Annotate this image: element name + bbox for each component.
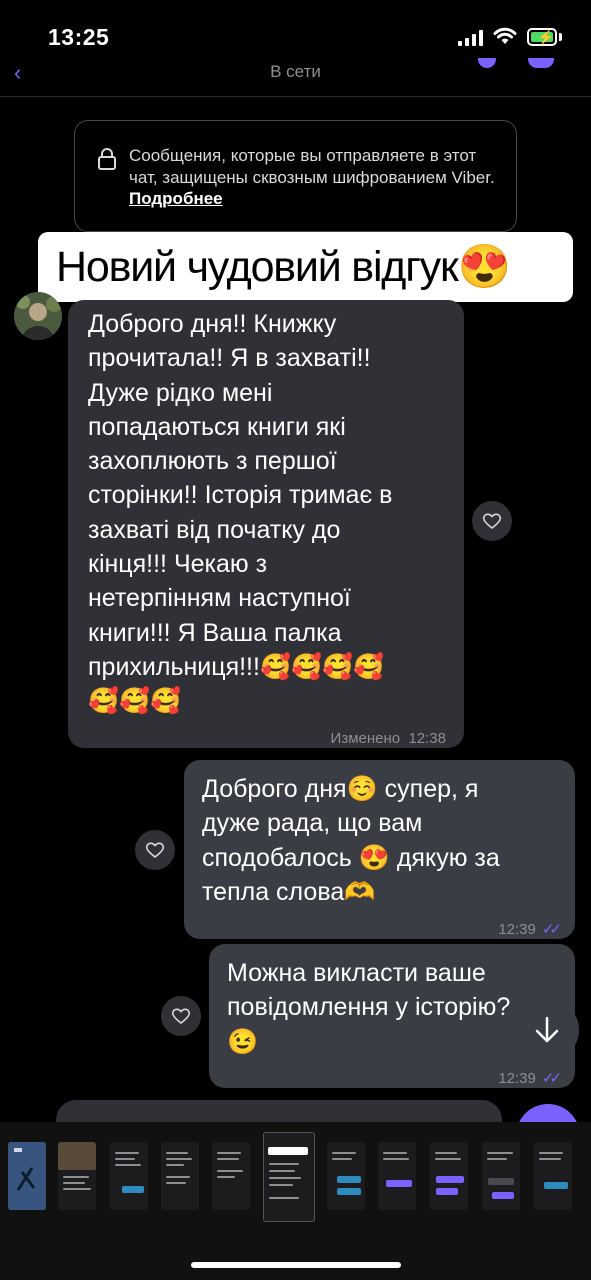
arrow-down-icon	[535, 1016, 559, 1043]
thumbnail[interactable]	[327, 1142, 365, 1210]
e2e-notice: Сообщения, которые вы отправляете в этот…	[74, 120, 517, 232]
thumbnail[interactable]	[482, 1142, 520, 1210]
heart-icon	[171, 1008, 191, 1025]
thumbnail[interactable]	[378, 1142, 416, 1210]
message-time: 12:38	[408, 730, 446, 747]
message-text: Доброго дня!! Книжку прочитала!! Я в зах…	[88, 310, 393, 716]
signal-icon	[458, 30, 484, 46]
avatar[interactable]	[14, 292, 62, 340]
presence-status: В сети	[270, 62, 321, 81]
battery-icon: ⚡	[527, 28, 557, 46]
thumbnail[interactable]	[430, 1142, 468, 1210]
like-button[interactable]	[161, 996, 201, 1036]
scroll-down-button[interactable]	[515, 998, 579, 1062]
thumbnail-selected[interactable]	[263, 1132, 315, 1222]
composer	[0, 1090, 591, 1168]
like-button[interactable]	[472, 501, 512, 541]
like-button[interactable]	[135, 830, 175, 870]
battery-cap	[559, 33, 562, 41]
thumbnail[interactable]	[110, 1142, 148, 1210]
thumbnail-strip	[0, 1122, 591, 1280]
message-meta: 12:39 ✓✓	[498, 913, 562, 947]
lock-icon	[98, 148, 116, 170]
thumbnail[interactable]	[8, 1142, 46, 1210]
heart-icon	[145, 842, 165, 859]
avatar-photo-icon	[14, 292, 62, 340]
incoming-message[interactable]: Доброго дня!! Книжку прочитала!! Я в зах…	[68, 300, 464, 748]
overlay-caption: Новий чудовий відгук😍	[38, 232, 573, 302]
e2e-notice-text: Сообщения, которые вы отправляете в этот…	[129, 146, 495, 187]
message-time: 12:39	[498, 1070, 536, 1087]
thumbnail[interactable]	[212, 1142, 250, 1210]
message-time: 12:39	[498, 921, 536, 938]
double-check-icon: ✓✓	[541, 921, 562, 938]
thumbnail[interactable]	[161, 1142, 199, 1210]
thumbnail[interactable]	[534, 1142, 572, 1210]
status-time: 13:25	[48, 24, 110, 50]
message-meta: Изменено 12:38	[331, 722, 446, 756]
outgoing-message[interactable]: Доброго дня☺️ супер, я дуже рада, що вам…	[184, 760, 575, 939]
wifi-icon	[493, 27, 517, 44]
learn-more-link[interactable]: Подробнее	[129, 189, 223, 208]
chat-header: ‹ В сети	[0, 58, 591, 97]
edited-label: Изменено	[330, 730, 401, 747]
book-cover-icon	[8, 1142, 46, 1210]
message-text: Можна викласти ваше повідомлення у істор…	[227, 959, 511, 1056]
double-check-icon: ✓✓	[541, 1070, 562, 1087]
thumbnail[interactable]	[58, 1142, 96, 1210]
heart-icon	[482, 513, 502, 530]
message-text: Доброго дня☺️ супер, я дуже рада, що вам…	[202, 775, 500, 906]
home-indicator	[191, 1262, 401, 1268]
